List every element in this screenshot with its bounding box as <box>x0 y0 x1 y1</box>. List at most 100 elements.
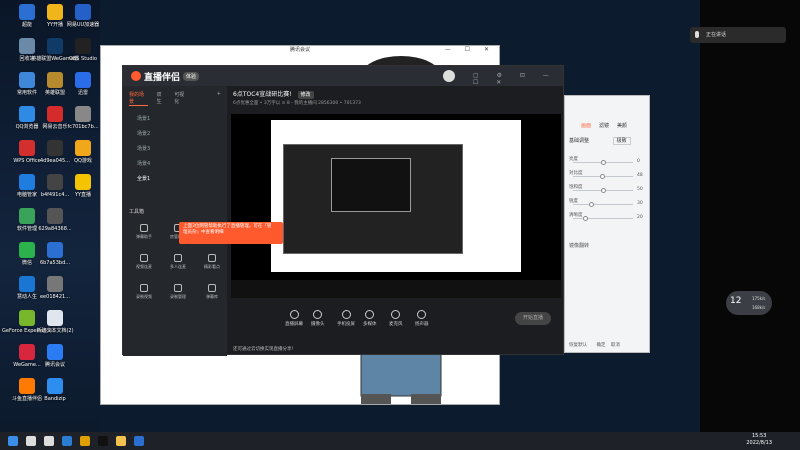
control-button[interactable]: 摄像头 <box>311 310 325 327</box>
desktop-icon-label: 629a84368... <box>38 226 72 232</box>
desktop: 超能 回收站 常用软件 QQ浏览器 WPS Office 电脑管家 软件管理 微信 慧动人生 Ge… <box>0 0 100 432</box>
tab-twin[interactable]: 双生 <box>156 91 166 106</box>
tab-image[interactable]: 画面 <box>581 122 591 129</box>
cancel-button[interactable]: 取消 <box>611 343 620 348</box>
desktop-icon[interactable]: ee018421... <box>30 274 80 308</box>
slider[interactable] <box>573 160 633 165</box>
slider-value: 20 <box>637 215 643 220</box>
control-icon <box>417 310 427 319</box>
speaking-label: 正在讲话 <box>706 32 727 38</box>
side-panel <box>700 0 800 432</box>
version-tag[interactable]: 体验 <box>183 71 200 81</box>
tool-icon <box>174 284 182 292</box>
tool-button[interactable]: 弹幕库 <box>195 284 229 306</box>
control-button[interactable]: 扬声器 <box>415 310 429 327</box>
logo-icon <box>131 71 141 81</box>
slider-knob[interactable] <box>601 188 606 193</box>
control-button[interactable]: 多媒体 <box>363 310 377 327</box>
search-icon[interactable] <box>26 436 36 446</box>
stream-icon[interactable] <box>134 436 144 446</box>
slider-knob[interactable] <box>589 202 594 207</box>
window-controls[interactable]: — ☐ ✕ <box>445 46 495 53</box>
tool-button[interactable]: 弹幕助手 <box>127 224 161 246</box>
scene-item[interactable]: 场景3 <box>123 141 227 156</box>
control-button[interactable]: 麦克风 <box>389 310 403 327</box>
tab-visual[interactable]: 可视化 <box>174 91 189 106</box>
add-icon[interactable]: + <box>217 91 221 106</box>
control-label: 扬声器 <box>415 322 429 327</box>
tool-button[interactable]: 录制管理 <box>161 284 195 306</box>
tool-button[interactable]: 录制视频 <box>127 284 161 306</box>
slider[interactable] <box>573 202 633 207</box>
app-icon[interactable] <box>80 436 90 446</box>
streamer-window[interactable]: 直播伴侣 体验 ▢ ⚙ ⊡ — ☐ ✕ 我的场景 双生 可视化 + 场景1 场景… <box>122 65 564 356</box>
streamer-header: 直播伴侣 体验 ▢ ⚙ ⊡ — ☐ ✕ <box>123 66 563 86</box>
window-controls[interactable]: ▢ ⚙ ⊡ — ☐ ✕ <box>473 72 563 86</box>
desktop-icon[interactable]: 6b7a53bd... <box>30 240 80 274</box>
desktop-icon-label: 网易UU加速器 <box>66 22 100 28</box>
tool-button[interactable]: 精彩看点 <box>195 254 229 276</box>
desktop-icon-label: 6b7a53bd... <box>39 260 71 266</box>
scene-item[interactable]: 全景1 <box>123 171 227 186</box>
tool-icon <box>174 254 182 262</box>
control-label: 多媒体 <box>363 322 377 327</box>
float-network-ball[interactable]: 12 175k/s 168k/s <box>726 291 772 315</box>
tab-beauty[interactable]: 美颜 <box>617 122 627 129</box>
tool-button[interactable]: 多人连麦 <box>161 254 195 276</box>
tool-label: 弹幕助手 <box>136 234 152 239</box>
scene-item[interactable]: 场景4 <box>123 156 227 171</box>
reset-button[interactable]: 恢复默认 <box>569 343 587 348</box>
tool-button[interactable]: 视频连麦 <box>127 254 161 276</box>
tool-label: 精彩看点 <box>204 264 220 269</box>
control-label: 直播屏幕 <box>285 322 303 327</box>
control-button[interactable]: 直播屏幕 <box>285 310 303 327</box>
ok-button[interactable]: 确定 <box>596 343 605 348</box>
tool-label: 录制管理 <box>170 294 186 299</box>
settings-panel[interactable]: 画面 滤镜 美颜 基础调整 极致 亮度 0 对比度 48 饱和度 50 锐度 30 清晰度 20 … <box>564 95 650 353</box>
app-icon <box>75 106 91 122</box>
edit-button[interactable]: 修改 <box>297 91 314 99</box>
clock[interactable]: 15:53 2022/8/13 <box>746 433 772 447</box>
tab-filter[interactable]: 滤镜 <box>599 122 609 129</box>
control-label: 手机投屏 <box>337 322 355 327</box>
slider[interactable] <box>573 188 633 193</box>
desktop-icon[interactable]: 网易UU加速器 <box>58 2 108 36</box>
app-icon <box>47 378 63 394</box>
windows-icon[interactable] <box>8 436 18 446</box>
avatar[interactable] <box>443 70 455 82</box>
desktop-icon-label: Bandizip <box>44 396 66 402</box>
slider[interactable] <box>573 174 633 179</box>
folder-icon[interactable] <box>116 436 126 446</box>
slider-value: 30 <box>637 201 643 206</box>
clock-time: 15:53 <box>751 433 767 439</box>
desktop-icon-label: 迅雷 <box>77 90 88 96</box>
desktop-icon[interactable]: 新建文本文档(2) <box>30 308 80 342</box>
mic-icon <box>695 31 699 38</box>
toolbox-title: 工具箱 <box>129 209 145 215</box>
desktop-icon[interactable]: 629a84368... <box>30 206 80 240</box>
desktop-icon[interactable]: 腾讯会议 <box>30 342 80 376</box>
upload-speed: 175k/s <box>752 296 766 301</box>
obs-icon[interactable] <box>98 436 108 446</box>
slider-knob[interactable] <box>601 160 606 165</box>
desktop-icon-label: YY直播 <box>74 192 92 198</box>
desktop-icon-label: ee018421... <box>39 294 70 300</box>
slider-knob[interactable] <box>583 216 588 221</box>
control-icon <box>341 310 351 319</box>
scene-item[interactable]: 场景1 <box>123 111 227 126</box>
control-button[interactable]: 手机投屏 <box>337 310 355 327</box>
slider-knob[interactable] <box>599 174 605 179</box>
edge-icon[interactable] <box>62 436 72 446</box>
control-icon <box>289 310 299 319</box>
task-view-icon[interactable] <box>44 436 54 446</box>
slider[interactable] <box>573 216 633 221</box>
tool-icon <box>208 284 216 292</box>
mirror-label[interactable]: 镜像翻转 <box>569 242 589 249</box>
start-live-button[interactable]: 开始直播 <box>515 312 551 325</box>
desktop-icon[interactable]: Bandizip <box>30 376 80 410</box>
tab-scenes[interactable]: 我的场景 <box>129 91 149 106</box>
app-icon <box>47 344 63 360</box>
scene-item[interactable]: 场景2 <box>123 126 227 141</box>
preset-select[interactable]: 极致 <box>612 137 631 145</box>
float-number: 12 <box>730 296 742 306</box>
